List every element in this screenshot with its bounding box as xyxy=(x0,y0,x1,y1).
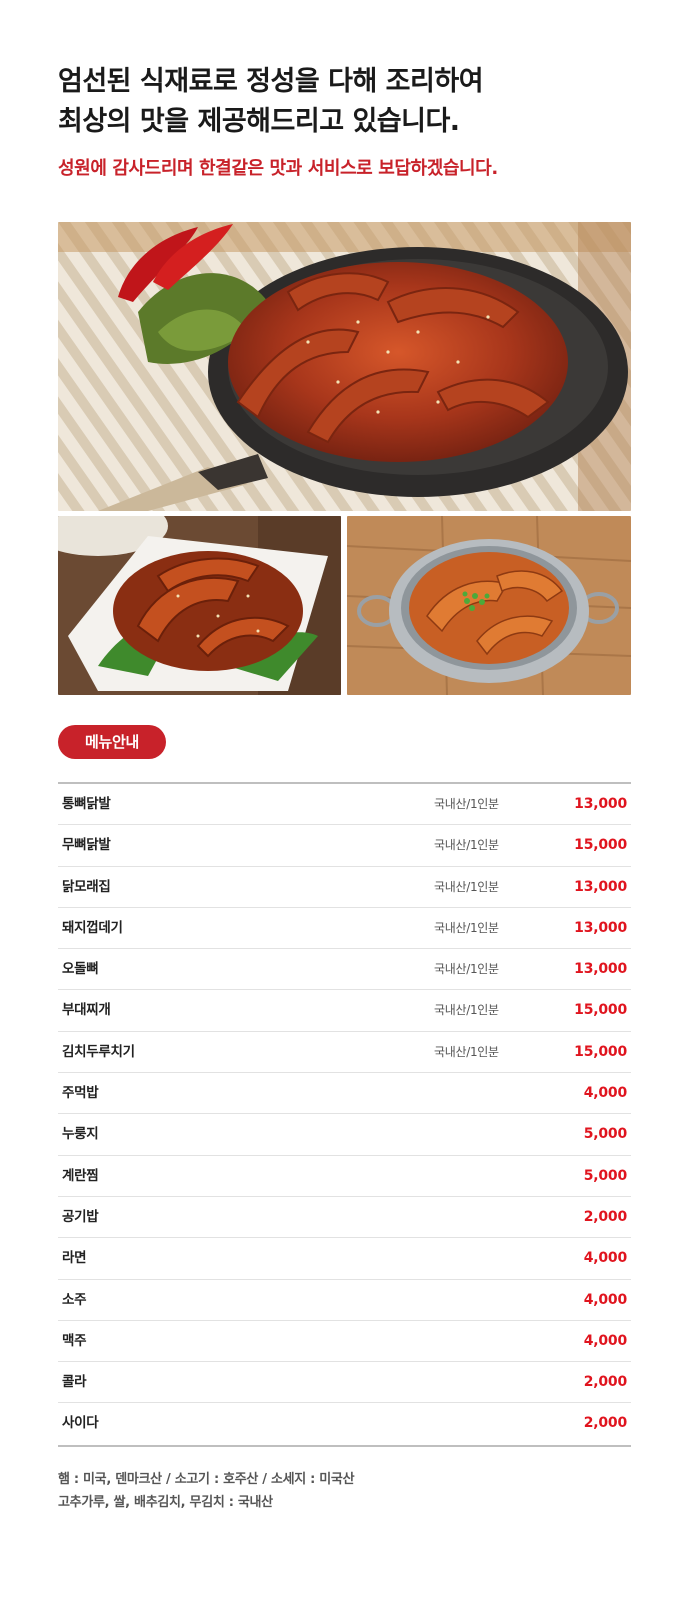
menu-item-origin: 국내산/1인분 xyxy=(434,879,499,894)
menu-item-name: 돼지껍데기 xyxy=(62,919,123,936)
menu-item-name: 통뼈닭발 xyxy=(62,796,111,812)
menu-item-price: 4,000 xyxy=(583,1332,627,1349)
menu-item-name: 소주 xyxy=(62,1291,87,1308)
menu-item-name: 주먹밥 xyxy=(62,1085,99,1102)
menu-row: 부대찌개 국내산/1인분 15,000 xyxy=(58,990,631,1032)
menu-table: 통뼈닭발 국내산/1인분 13,000 무뼈닭발 국내산/1인분 15,000 닭모래집 국내… xyxy=(58,782,631,1447)
menu-row: 콜라 2,000 xyxy=(58,1362,631,1404)
menu-item-name: 부대찌개 xyxy=(62,1002,111,1019)
intro-section: 엄선된 식재료로 정성을 다해 조리하여 최상의 맛을 제공해드리고 있습니다.… xyxy=(58,62,658,180)
menu-row: 사이다 2,000 xyxy=(58,1403,631,1444)
menu-row: 소주 4,000 xyxy=(58,1280,631,1321)
menu-item-price: 4,000 xyxy=(583,1085,627,1102)
menu-item-name: 오돌뼈 xyxy=(62,961,99,978)
menu-item-origin: 국내산/1인분 xyxy=(434,920,499,935)
intro-line-1: 엄선된 식재료로 정성을 다해 조리하여 xyxy=(58,66,484,97)
menu-row: 누룽지 5,000 xyxy=(58,1114,631,1156)
hero-food-photo xyxy=(58,222,631,511)
menu-item-price: 5,000 xyxy=(583,1167,627,1184)
menu-item-origin: 국내산/1인분 xyxy=(434,838,499,853)
menu-row: 돼지껍데기 국내산/1인분 13,000 xyxy=(58,908,631,950)
menu-row: 통뼈닭발 국내산/1인분 13,000 xyxy=(58,784,631,826)
menu-item-price: 15,000 xyxy=(574,1002,627,1019)
menu-item-origin: 국내산/1인분 xyxy=(434,1003,499,1018)
menu-row: 닭모래집 국내산/1인분 13,000 xyxy=(58,867,631,908)
menu-row: 맥주 4,000 xyxy=(58,1321,631,1363)
menu-row: 계란찜 5,000 xyxy=(58,1156,631,1197)
menu-row: 주먹밥 4,000 xyxy=(58,1073,631,1115)
menu-row: 오돌뼈 국내산/1인분 13,000 xyxy=(58,949,631,991)
menu-item-name: 계란찜 xyxy=(62,1167,99,1184)
menu-item-origin: 국내산/1인분 xyxy=(434,797,499,811)
menu-item-name: 누룽지 xyxy=(62,1126,99,1143)
menu-item-price: 13,000 xyxy=(574,796,627,812)
menu-item-price: 13,000 xyxy=(574,878,627,895)
menu-row: 공기밥 2,000 xyxy=(58,1197,631,1239)
menu-item-name: 맥주 xyxy=(62,1332,87,1349)
menu-item-name: 사이다 xyxy=(62,1415,99,1432)
menu-row: 라면 4,000 xyxy=(58,1238,631,1280)
menu-item-price: 13,000 xyxy=(574,919,627,936)
intro-line-2: 최상의 맛을 제공해드리고 있습니다. xyxy=(58,106,460,137)
menu-item-price: 5,000 xyxy=(583,1126,627,1143)
menu-item-name: 콜라 xyxy=(62,1374,87,1391)
menu-row: 무뼈닭발 국내산/1인분 15,000 xyxy=(58,825,631,867)
origin-notes: 햄 : 미국, 덴마크산 / 소고기 : 호주산 / 소세지 : 미국산 고추가… xyxy=(58,1468,658,1514)
origin-note-line-2: 고추가루, 쌀, 배추김치, 무김치 : 국내산 xyxy=(58,1495,273,1510)
menu-item-price: 2,000 xyxy=(583,1374,627,1391)
menu-item-name: 김치두루치기 xyxy=(62,1043,135,1060)
menu-row: 김치두루치기 국내산/1인분 15,000 xyxy=(58,1032,631,1074)
origin-note-line-1: 햄 : 미국, 덴마크산 / 소고기 : 호주산 / 소세지 : 미국산 xyxy=(58,1472,355,1487)
menu-item-origin: 국내산/1인분 xyxy=(434,1044,499,1059)
menu-guide-badge: 메뉴안내 xyxy=(58,725,166,759)
spicy-dish-photo xyxy=(58,516,341,695)
menu-item-price: 2,000 xyxy=(583,1208,627,1225)
menu-item-price: 13,000 xyxy=(574,961,627,978)
stir-fry-pan-photo xyxy=(347,516,631,695)
menu-item-price: 2,000 xyxy=(583,1415,627,1432)
menu-item-name: 닭모래집 xyxy=(62,878,111,895)
menu-item-name: 라면 xyxy=(62,1250,87,1267)
menu-item-name: 공기밥 xyxy=(62,1208,99,1225)
menu-item-price: 4,000 xyxy=(583,1291,627,1308)
menu-item-price: 15,000 xyxy=(574,1043,627,1060)
intro-subline: 성원에 감사드리며 한결같은 맛과 서비스로 보답하겠습니다. xyxy=(58,158,498,179)
menu-item-name: 무뼈닭발 xyxy=(62,837,111,854)
menu-item-price: 4,000 xyxy=(583,1250,627,1267)
menu-item-origin: 국내산/1인분 xyxy=(434,962,499,977)
menu-item-price: 15,000 xyxy=(574,837,627,854)
